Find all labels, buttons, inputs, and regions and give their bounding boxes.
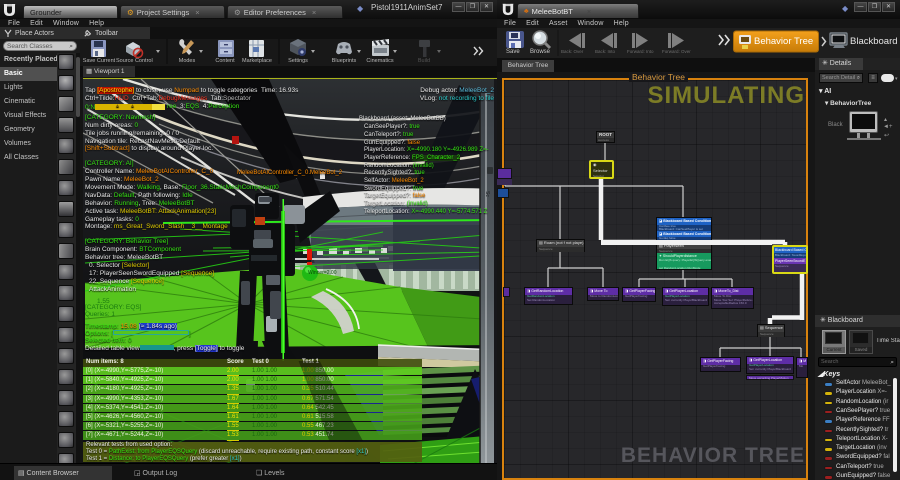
svg-text:Sc: Sc [484,191,490,197]
